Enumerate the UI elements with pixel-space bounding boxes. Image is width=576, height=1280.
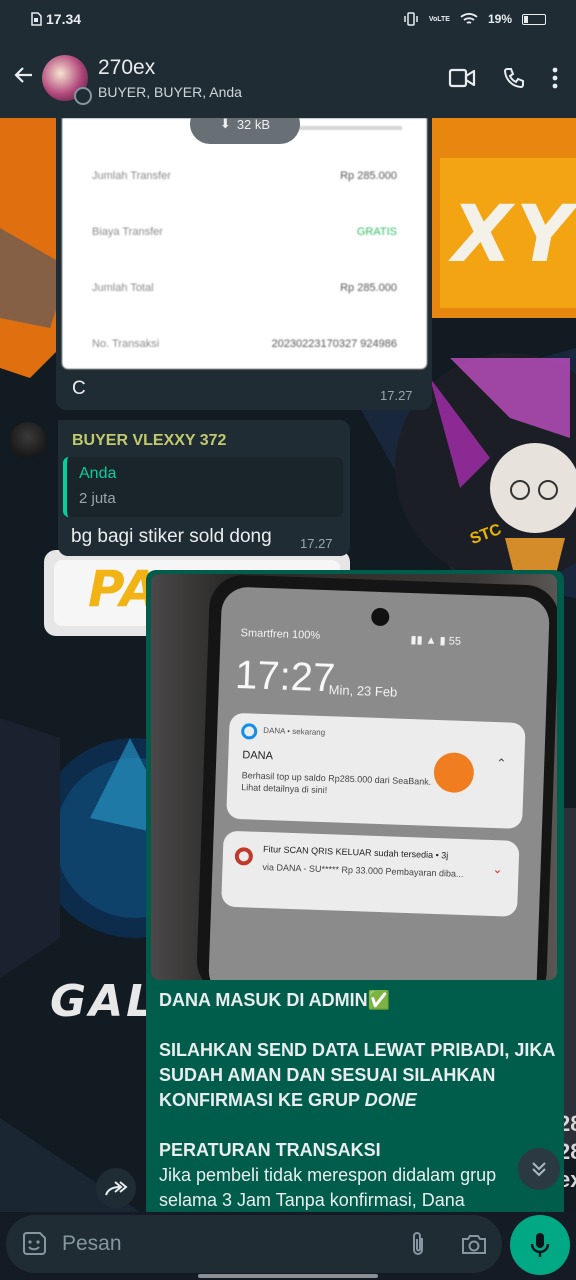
notification-expand-icon-2: ⌄: [492, 862, 503, 877]
message-sender[interactable]: BUYER VLEXXY 372: [72, 432, 226, 450]
dana-line-2-italic: DONE: [364, 1090, 417, 1110]
group-info[interactable]: 270ex BUYER, BUYER, Anda: [98, 56, 242, 100]
battery-percent: 19%: [487, 12, 512, 26]
message-composer[interactable]: Pesan: [6, 1215, 502, 1273]
receipt-caption: C: [72, 378, 86, 399]
receipt-row-label: Jumlah Transfer: [92, 170, 171, 182]
forward-button[interactable]: [96, 1168, 136, 1208]
group-name: 270ex: [98, 56, 156, 79]
battery-icon: [522, 13, 546, 25]
phone-lock-date: Min, 23 Feb: [328, 682, 398, 700]
receipt-divider: [282, 126, 402, 130]
dana-line-1: DANA MASUK DI ADMIN✅: [159, 990, 391, 1010]
notification-qris-body: via DANA - SU***** Rp 33.000 Pembayaran …: [262, 861, 464, 879]
notification-dana: DANA • sekarang DANA Berhasil top up sal…: [226, 712, 526, 830]
receipt-row-value: Rp 285.000: [340, 282, 397, 294]
back-button[interactable]: [6, 62, 42, 94]
phone-screen: Smartfren 100% ▮▮ ▲ ▮ 55 17:27 Min, 23 F…: [207, 586, 551, 980]
image-size-pill[interactable]: ⬇ 32 kB: [190, 118, 300, 144]
dana-message-text: DANA MASUK DI ADMIN✅ SILAHKAN SEND DATA …: [159, 988, 555, 1212]
receipt-row-value: 20230223170327 924986: [271, 338, 397, 350]
voice-record-button[interactable]: [510, 1215, 570, 1275]
wallpaper-text-gal: GAL: [50, 976, 158, 1027]
arrow-left-icon: [14, 67, 32, 83]
notification-expand-icon: ⌃: [496, 756, 507, 771]
phone-status: Smartfren 100%: [240, 627, 321, 642]
status-time: 17.34: [46, 11, 82, 27]
reply-text: bg bagi stiker sold dong: [71, 526, 272, 547]
scroll-down-button[interactable]: [518, 1148, 560, 1190]
microphone-icon: [530, 1233, 550, 1257]
notification-dana-body: Berhasil top up saldo Rp285.000 dari Sea…: [241, 770, 432, 796]
sticker-icon[interactable]: [20, 1230, 48, 1258]
receipt-row-label: Jumlah Total: [92, 282, 154, 294]
forward-icon: [105, 1181, 128, 1196]
quoted-author: Anda: [79, 465, 117, 482]
download-icon: ⬇: [219, 118, 231, 131]
message-receipt[interactable]: Jumlah Transfer Rp 285.000 Biaya Transfer G…: [56, 118, 432, 410]
attach-icon[interactable]: [406, 1230, 430, 1258]
reply-timestamp: 17.27: [300, 536, 333, 551]
chat-area[interactable]: XY PA GAL STC 2828ex Jumlah TransferRp 2…: [0, 118, 576, 1212]
seabank-logo-icon: [433, 751, 475, 794]
front-camera: [370, 607, 390, 627]
message-input[interactable]: Pesan: [62, 1232, 406, 1256]
qris-app-icon: [234, 847, 254, 866]
receipt-row-value: GRATIS: [356, 226, 397, 238]
sender-avatar[interactable]: [10, 422, 46, 458]
quoted-message[interactable]: Anda 2 juta: [63, 457, 343, 517]
sim-card-icon: [31, 12, 42, 26]
group-members: BUYER, BUYER, Anda: [98, 84, 242, 100]
notification-qris-title: Fitur SCAN QRIS KELUAR sudah tersedia • …: [262, 843, 449, 861]
dana-app-icon: [240, 723, 258, 740]
phone-photo[interactable]: Smartfren 100% ▮▮ ▲ ▮ 55 17:27 Min, 23 F…: [151, 574, 557, 980]
phone-status-icons: ▮▮ ▲ ▮ 55: [410, 634, 462, 648]
wifi-icon: [460, 13, 478, 24]
notification-dana-title: DANA: [242, 749, 274, 763]
receipt-row-label: Biaya Transfer: [92, 226, 163, 238]
message-reply[interactable]: BUYER VLEXXY 372 Anda 2 juta bg bagi sti…: [58, 420, 350, 556]
voice-call-icon[interactable]: [502, 66, 526, 90]
dana-line-4: Jika pembeli tidak merespon didalam grup…: [159, 1165, 497, 1210]
video-call-icon[interactable]: [448, 67, 476, 89]
notification-dana-app: DANA • sekarang: [263, 725, 326, 738]
receipt-row-value: Rp 285.000: [340, 170, 397, 182]
double-chevron-down-icon: [532, 1162, 546, 1177]
dana-line-2: SILAHKAN SEND DATA LEWAT PRIBADI, JIKA S…: [159, 1040, 555, 1110]
group-avatar[interactable]: [42, 55, 92, 105]
vibrate-icon: [404, 12, 418, 26]
community-badge-icon: [74, 87, 92, 105]
more-options-icon[interactable]: [552, 67, 558, 89]
receipt-row-label: No. Transaksi: [92, 338, 160, 350]
dana-line-3: PERATURAN TRANSAKSI: [159, 1140, 381, 1160]
receipt-timestamp: 17.27: [380, 388, 413, 403]
message-dana[interactable]: Smartfren 100% ▮▮ ▲ ▮ 55 17:27 Min, 23 F…: [146, 570, 564, 1212]
wallpaper-text-xy: XY: [452, 190, 576, 280]
chat-header: 270ex BUYER, BUYER, Anda: [0, 38, 576, 118]
phone-lock-time: 17:27: [234, 652, 336, 701]
notification-qris: Fitur SCAN QRIS KELUAR sudah tersedia • …: [221, 830, 520, 917]
image-size: 32 kB: [236, 118, 271, 132]
status-bar: 17.34 VoLTE 19%: [0, 0, 576, 38]
receipt-image[interactable]: Jumlah Transfer Rp 285.000 Biaya Transfer G…: [62, 118, 427, 369]
gesture-bar[interactable]: [198, 1274, 378, 1278]
quoted-text: 2 juta: [79, 490, 116, 507]
camera-icon[interactable]: [460, 1232, 488, 1256]
volte-label: VoLTE: [428, 15, 450, 23]
